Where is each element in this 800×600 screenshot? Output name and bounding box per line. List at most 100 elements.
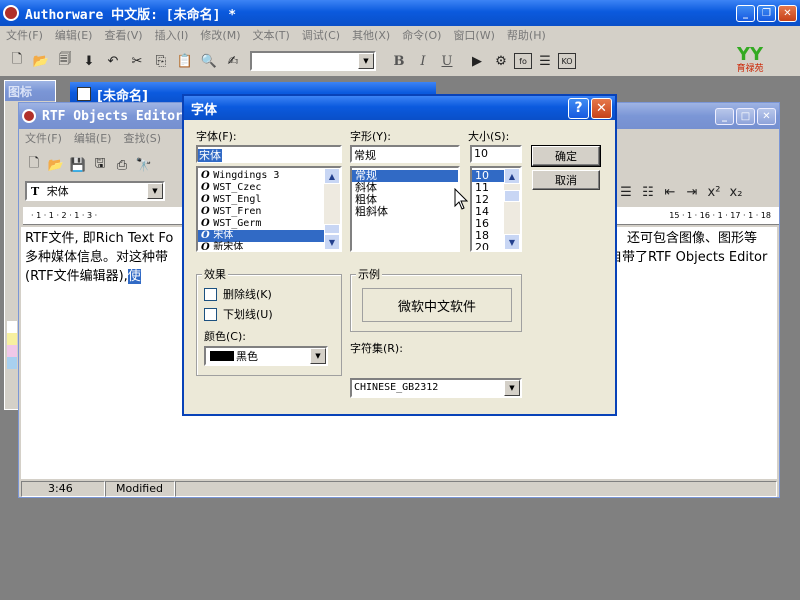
style-input[interactable]: 常规 xyxy=(350,145,460,163)
scroll-down-icon[interactable]: ▼ xyxy=(504,234,520,250)
scroll-up-icon[interactable]: ▲ xyxy=(504,168,520,184)
ok-button[interactable]: 确定 xyxy=(531,145,601,167)
control-panel-icon[interactable]: ⚙ xyxy=(490,50,512,72)
bullets-icon[interactable]: ☷ xyxy=(637,181,659,203)
rtf-menu-edit[interactable]: 编辑(E) xyxy=(68,129,118,151)
menu-window[interactable]: 窗口(W) xyxy=(447,26,500,46)
scroll-down-icon[interactable]: ▼ xyxy=(324,234,340,250)
menu-other[interactable]: 其他(X) xyxy=(346,26,396,46)
palette-color-swatches xyxy=(7,321,17,369)
underline-checkbox-row[interactable]: 下划线(U) xyxy=(204,306,273,322)
close-button[interactable]: ✕ xyxy=(778,4,797,22)
list-item[interactable]: O WST_Fren xyxy=(198,206,340,218)
run-icon[interactable]: ▶ xyxy=(466,50,488,72)
underline-checkbox[interactable] xyxy=(204,307,217,321)
menu-insert[interactable]: 插入(I) xyxy=(149,26,195,46)
rtf-menu-file[interactable]: 文件(F) xyxy=(19,129,68,151)
rtf-maximize-button[interactable]: □ xyxy=(736,107,755,125)
charset-select[interactable]: CHINESE_GB2312 ▼ xyxy=(350,378,522,398)
menu-text[interactable]: 文本(T) xyxy=(246,26,295,46)
strikeout-checkbox[interactable] xyxy=(204,287,217,301)
rtf-print-icon[interactable]: ⎙ xyxy=(111,154,133,176)
rtf-new-icon[interactable]: 🗋 xyxy=(23,154,45,176)
color-swatch xyxy=(210,351,234,361)
list-item[interactable]: O Wingdings 3 xyxy=(198,170,340,182)
menu-view[interactable]: 查看(V) xyxy=(98,26,148,46)
icon-palette-title-bar[interactable]: 图标 xyxy=(5,81,55,101)
bold-button[interactable]: B xyxy=(388,50,410,72)
subscript-button[interactable]: x₂ xyxy=(725,181,747,203)
menu-help[interactable]: 帮助(H) xyxy=(501,26,552,46)
superscript-button[interactable]: x² xyxy=(703,181,725,203)
variables-icon[interactable]: ☰ xyxy=(534,50,556,72)
text-left-column: RTF文件, 即Rich Text Fo 多种媒体信息。对这种带 (RTF文件编… xyxy=(25,231,174,284)
italic-button[interactable]: I xyxy=(412,50,434,72)
menu-file[interactable]: 文件(F) xyxy=(0,26,49,46)
dialog-close-button[interactable]: ✕ xyxy=(591,97,612,119)
rtf-save-icon[interactable]: 💾 xyxy=(67,154,89,176)
outdent-icon[interactable]: ⇤ xyxy=(659,181,681,203)
text-right-column: 还可包含图像、图形等 自带了RTF Objects Editor xyxy=(609,231,768,265)
list-item[interactable]: 粗斜体 xyxy=(352,206,458,218)
rtf-save-as-icon[interactable]: 🖫 xyxy=(89,154,111,176)
main-title-bar[interactable]: Authorware 中文版: [未命名] * _ ❐ ✕ xyxy=(0,0,800,26)
scroll-thumb[interactable] xyxy=(504,190,520,202)
list-item[interactable]: O 新宋体 xyxy=(198,242,340,250)
indent-icon[interactable]: ⇥ xyxy=(681,181,703,203)
size-list-scrollbar[interactable]: ▲ ▼ xyxy=(504,168,520,250)
menu-debug[interactable]: 调试(C) xyxy=(296,26,346,46)
style-list[interactable]: 常规 斜体 粗体 粗斜体 xyxy=(350,166,460,252)
effects-label: 效果 xyxy=(202,266,228,282)
find-icon[interactable]: 🔍 xyxy=(198,50,220,72)
chevron-down-icon: ▼ xyxy=(147,183,163,199)
scroll-thumb[interactable] xyxy=(324,224,340,234)
size-input[interactable]: 10 xyxy=(470,145,522,163)
list-item[interactable]: O WST_Czec xyxy=(198,182,340,194)
rtf-minimize-button[interactable]: _ xyxy=(715,107,734,125)
open-icon[interactable]: 📂 xyxy=(30,50,52,72)
copy-icon[interactable]: ⎘ xyxy=(150,50,172,72)
menu-modify[interactable]: 修改(M) xyxy=(194,26,246,46)
size-label: 大小(S): xyxy=(468,130,510,143)
font-list-scrollbar[interactable]: ▲ ▼ xyxy=(324,168,340,250)
rtf-open-icon[interactable]: 📂 xyxy=(45,154,67,176)
sample-preview: 微软中文软件 xyxy=(362,288,512,322)
list-item[interactable]: O WST_Engl xyxy=(198,194,340,206)
knowledge-objects-icon[interactable]: KO xyxy=(558,53,576,69)
undo-icon[interactable]: ↶ xyxy=(102,50,124,72)
font-dialog-title-bar[interactable]: 字体 ? ✕ xyxy=(184,96,615,120)
main-menu-bar: 文件(F) 编辑(E) 查看(V) 插入(I) 修改(M) 文本(T) 调试(C… xyxy=(0,26,800,46)
save-all-icon[interactable]: 🗐 xyxy=(54,50,76,72)
text-style-icon[interactable]: ✍ xyxy=(222,50,244,72)
list-item[interactable]: O 宋体 xyxy=(198,230,340,242)
size-list[interactable]: 10 11 12 14 16 18 20 ▲ ▼ xyxy=(470,166,522,252)
text-style-combo[interactable]: ▼ xyxy=(250,51,376,71)
restore-button[interactable]: ❐ xyxy=(757,4,776,22)
paste-icon[interactable]: 📋 xyxy=(174,50,196,72)
scroll-up-icon[interactable]: ▲ xyxy=(324,168,340,184)
menu-edit[interactable]: 编辑(E) xyxy=(49,26,99,46)
color-select[interactable]: 黑色 ▼ xyxy=(204,346,328,366)
strikeout-checkbox-row[interactable]: 删除线(K) xyxy=(204,286,272,302)
menu-command[interactable]: 命令(O) xyxy=(396,26,447,46)
help-button[interactable]: ? xyxy=(568,97,589,119)
rtf-font-combo[interactable]: T 宋体 ▼ xyxy=(25,181,165,201)
rtf-find-icon[interactable]: 🔭 xyxy=(133,154,155,176)
align-justify-icon[interactable]: ☰ xyxy=(615,181,637,203)
rtf-menu-find[interactable]: 查找(S) xyxy=(117,129,167,151)
font-name-list[interactable]: O Wingdings 3O WST_Czec O WST_Engl O WST_F… xyxy=(196,166,342,252)
underline-button[interactable]: U xyxy=(436,50,458,72)
font-name-input[interactable]: 宋体 xyxy=(196,145,342,163)
minimize-button[interactable]: _ xyxy=(736,4,755,22)
opentype-font-icon: O xyxy=(201,170,214,181)
functions-icon[interactable]: fo xyxy=(514,53,532,69)
opentype-font-icon: O xyxy=(201,194,214,205)
cancel-button[interactable]: 取消 xyxy=(532,170,600,190)
list-item[interactable]: O WST_Germ xyxy=(198,218,340,230)
rtf-close-button[interactable]: ✕ xyxy=(757,107,776,125)
new-icon[interactable]: 🗋 xyxy=(6,50,28,72)
import-icon[interactable]: ⬇ xyxy=(78,50,100,72)
cut-icon[interactable]: ✂ xyxy=(126,50,148,72)
charset-label: 字符集(R): xyxy=(350,342,403,355)
chevron-down-icon: ▼ xyxy=(310,348,326,364)
